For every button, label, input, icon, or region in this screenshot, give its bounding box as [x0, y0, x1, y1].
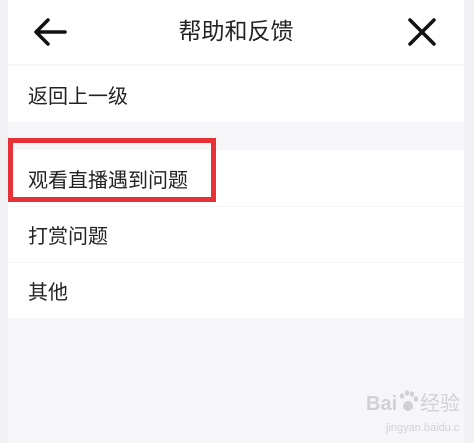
menu-item-label: 打赏问题	[28, 224, 108, 248]
menu-item-tip-issue[interactable]: 打赏问题	[8, 207, 464, 262]
back-button[interactable]	[28, 10, 72, 54]
menu-item-label: 返回上一级	[28, 83, 128, 108]
arrow-left-icon	[34, 18, 67, 46]
menu-item-go-back[interactable]: 返回上一级	[8, 66, 464, 122]
svg-text:经验: 经验	[420, 392, 460, 415]
help-feedback-screen: 帮助和反馈 返回上一级 观看直播遇到问题 打赏问题 其他 Bai 经验 jing…	[8, 0, 464, 443]
menu-item-live-issue[interactable]: 观看直播遇到问题	[8, 150, 464, 206]
menu-item-label: 观看直播遇到问题	[28, 167, 188, 192]
close-button[interactable]	[400, 10, 444, 54]
menu-item-other[interactable]: 其他	[8, 263, 464, 318]
header-bar: 帮助和反馈	[8, 0, 464, 64]
svg-text:jingyan.baidu.com: jingyan.baidu.com	[385, 422, 460, 434]
baidu-jingyan-watermark: Bai 经验 jingyan.baidu.com	[366, 390, 460, 434]
page-title: 帮助和反馈	[178, 19, 294, 45]
menu-item-label: 其他	[28, 280, 68, 304]
svg-text:Bai: Bai	[366, 393, 397, 415]
close-icon	[408, 18, 436, 46]
